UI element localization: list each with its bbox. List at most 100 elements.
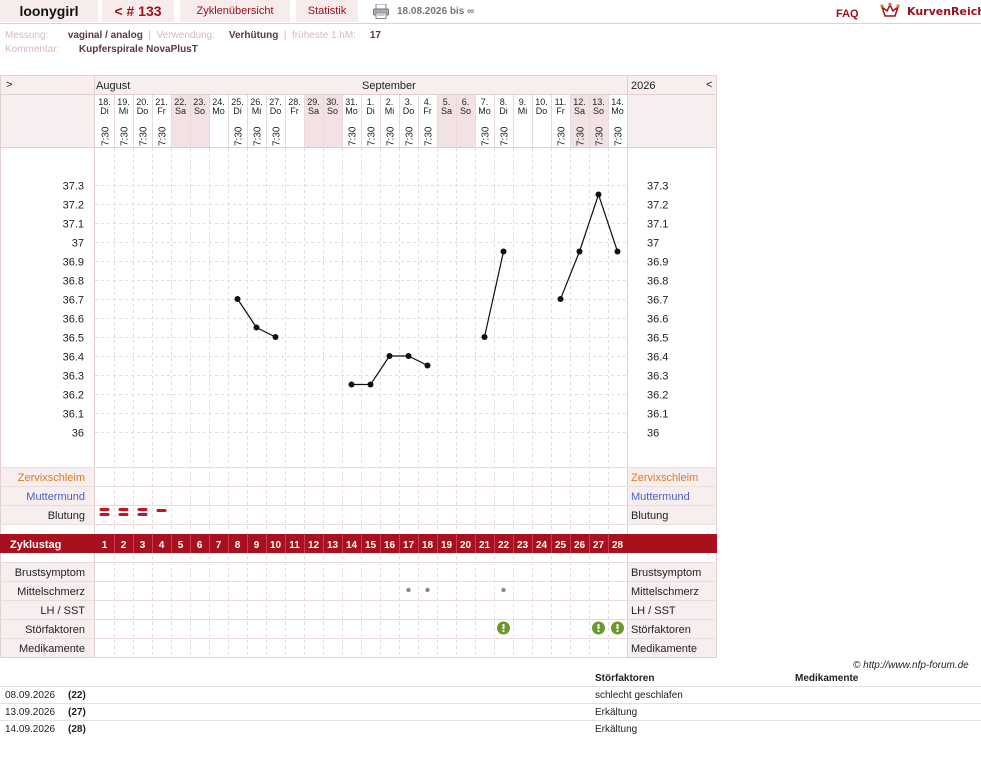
row-label-cervix-right: Muttermund	[631, 491, 690, 503]
temperature-point	[424, 362, 431, 369]
cycle-day-number: 11	[289, 540, 300, 551]
y-tick-label-left: 37	[72, 238, 84, 250]
row-label-cycle-day: Zyklustag	[10, 539, 61, 551]
tab-cycle-overview[interactable]: Zyklenübersicht	[180, 0, 290, 22]
y-tick-label-right: 36.7	[647, 295, 668, 307]
nav-prev-arrow: >	[6, 79, 12, 91]
cycle-day-number: 2	[121, 540, 127, 551]
row-label-bleeding: Blutung	[48, 510, 85, 522]
day-weekday-label: Fr	[290, 106, 299, 116]
y-tick-label-right: 36.1	[647, 409, 668, 421]
day-weekday-label: So	[194, 106, 205, 116]
temperature-point	[614, 248, 621, 255]
day-weekday-label: Sa	[574, 106, 585, 116]
cycle-day-number: 1	[102, 540, 108, 551]
brand-logo-text[interactable]: KurvenReich	[907, 5, 981, 18]
temperature-point	[576, 248, 583, 255]
meta-row: Messung: vaginal / analog | Verwendung: …	[5, 30, 381, 41]
y-tick-label-left: 36.5	[63, 333, 84, 345]
cycle-day-bar	[0, 534, 717, 553]
cycle-day-number: 23	[517, 540, 529, 551]
earliest-value: 17	[369, 30, 381, 41]
cycle-day-number: 20	[460, 540, 472, 551]
faq-link[interactable]: FAQ	[836, 8, 859, 20]
comment-label: Kommentar:	[5, 44, 60, 55]
cycle-day-number: 14	[346, 540, 358, 551]
alert-icon-dot	[597, 629, 600, 633]
user-name-tab[interactable]: loonygirl	[0, 0, 98, 22]
notes-cycle-day: (27)	[68, 707, 86, 718]
notes-cycle-day: (28)	[68, 724, 86, 735]
cycle-day-number: 27	[593, 540, 605, 551]
cycle-number-nav[interactable]: < # 133	[102, 0, 174, 22]
cycle-day-number: 18	[422, 540, 434, 551]
cycle-chart: 37.3 37.337.2 37.237.1 37.137 3736.9 36.936.8…	[0, 75, 717, 658]
nav-next-arrow: <	[706, 79, 712, 91]
row-label-lh-right: LH / SST	[631, 605, 676, 617]
day-weekday-label: Do	[137, 106, 149, 116]
midpain-dot	[425, 587, 430, 593]
measure-time-label: 7:30	[386, 126, 397, 146]
measure-time-label: 7:30	[348, 126, 359, 146]
temperature-point	[348, 381, 355, 388]
notes-row: 13.09.2026 (27) Erkältung	[0, 703, 981, 721]
day-weekday-label: So	[460, 106, 471, 116]
notes-disturb: Erkältung	[595, 707, 638, 718]
y-tick-label-left: 37.1	[63, 219, 84, 231]
measure-time-label: 7:30	[101, 126, 112, 146]
comment-value: Kupferspirale NovaPlusT	[78, 44, 198, 55]
cycle-day-number: 6	[197, 540, 203, 551]
measure-time-label: 7:30	[614, 126, 625, 146]
printer-icon[interactable]	[373, 4, 389, 19]
bleeding-mark	[99, 513, 110, 516]
alert-icon-dot	[502, 629, 505, 633]
y-tick-label-right: 36	[647, 428, 659, 440]
y-tick-label-right: 36.2	[647, 390, 668, 402]
row-label-breast: Brustsymptom	[15, 567, 85, 579]
day-weekday-label: So	[593, 106, 604, 116]
y-tick-label-left: 37.2	[63, 200, 84, 212]
temperature-point	[557, 296, 564, 302]
temperature-point	[405, 353, 412, 359]
month-label-september: September	[362, 80, 416, 92]
use-value: Verhütung	[228, 30, 279, 41]
day-weekday-label: Mo	[478, 106, 491, 116]
comment-row: Kommentar: Kupferspirale NovaPlusT	[5, 44, 198, 55]
y-tick-label-right: 36.5	[647, 333, 668, 345]
cycle-day-number: 17	[403, 540, 415, 551]
day-weekday-label: Mo	[611, 106, 624, 116]
cycle-day-number: 28	[612, 540, 624, 551]
row-label-disturb-right: Störfaktoren	[631, 624, 691, 636]
row-label-breast-right: Brustsymptom	[631, 567, 701, 579]
bleeding-mark	[99, 508, 110, 511]
row-label-bleeding-right: Blutung	[631, 510, 668, 522]
row-label-meds-right: Medikamente	[631, 643, 697, 655]
day-weekday-label: Di	[233, 106, 242, 116]
credit-link[interactable]: © http://www.nfp-forum.de	[853, 660, 969, 671]
day-weekday-label: So	[327, 106, 338, 116]
notes-row: 14.09.2026 (28) Erkältung	[0, 720, 981, 738]
tab-statistics[interactable]: Statistik	[296, 0, 358, 22]
day-weekday-label: Di	[100, 106, 109, 116]
midpain-dot	[501, 587, 506, 593]
day-header-left-bg	[0, 94, 95, 147]
row-label-cervical: Zervixschleim	[18, 472, 85, 484]
alert-icon-dot	[616, 629, 619, 633]
y-tick-label-right: 37.1	[647, 219, 668, 231]
y-tick-label-right: 36.9	[647, 257, 668, 269]
measure-time-label: 7:30	[424, 126, 435, 146]
measure-time-label: 7:30	[253, 126, 264, 146]
measure-time-label: 7:30	[139, 126, 150, 146]
y-tick-label-right: 36.8	[647, 276, 668, 288]
y-tick-label-right: 37	[647, 238, 659, 250]
temperature-point	[595, 191, 602, 198]
day-weekday-label: Sa	[441, 106, 452, 116]
crown-icon	[880, 2, 900, 17]
cycle-day-number: 12	[308, 540, 320, 551]
date-range: 18.08.2026 bis ∞	[397, 6, 475, 17]
temperature-point	[481, 334, 488, 340]
chart-background	[0, 75, 717, 658]
cycle-day-number: 21	[479, 540, 491, 551]
cycle-day-number: 13	[327, 540, 339, 551]
measure-time-label: 7:30	[595, 126, 606, 146]
